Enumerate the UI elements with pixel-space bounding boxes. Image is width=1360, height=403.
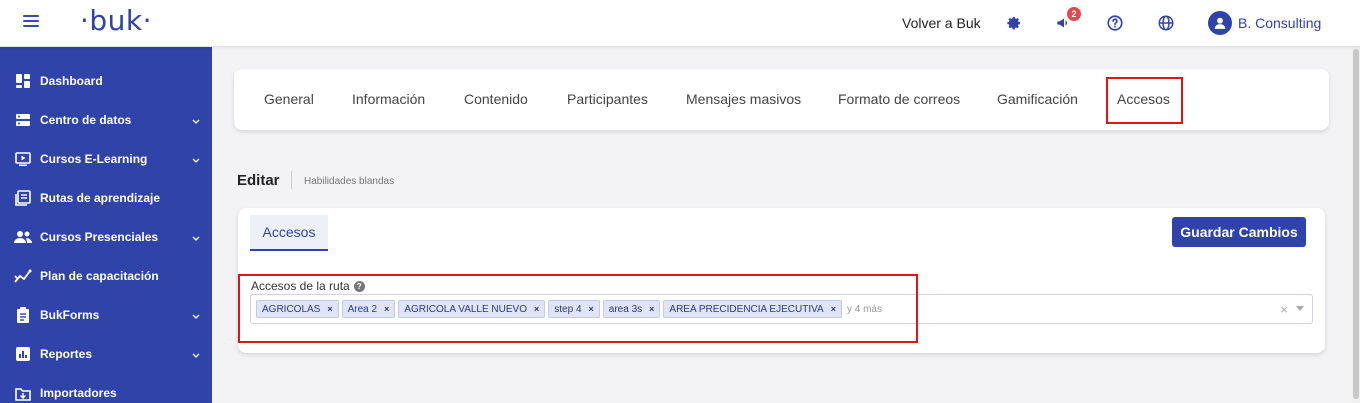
help-circle-icon[interactable] xyxy=(1104,12,1126,34)
bar-chart-icon xyxy=(14,345,32,363)
scrollbar[interactable] xyxy=(1352,47,1360,403)
sidebar-item-importadores[interactable]: Importadores xyxy=(0,373,212,403)
user-avatar-icon[interactable] xyxy=(1208,11,1232,35)
tab-informacion[interactable]: Información xyxy=(352,91,425,107)
buk-logo[interactable]: ·buk· xyxy=(80,4,152,37)
page-title: Editar xyxy=(237,172,280,189)
sidebar-item-cursos-e-learning[interactable]: Cursos E-Learning xyxy=(0,139,212,178)
users-icon xyxy=(14,228,32,246)
back-to-buk-link[interactable]: Volver a Buk xyxy=(902,15,981,31)
sidebar-item-label: Cursos Presenciales xyxy=(40,229,159,244)
tab-gamificacion[interactable]: Gamificación xyxy=(997,91,1078,107)
import-icon xyxy=(14,384,32,402)
sidebar-item-bukforms[interactable]: BukForms xyxy=(0,295,212,334)
tab-participantes[interactable]: Participantes xyxy=(567,91,648,107)
clipboard-icon xyxy=(14,306,32,324)
sidebar-item-label: Dashboard xyxy=(40,73,103,88)
sidebar-item-reportes[interactable]: Reportes xyxy=(0,334,212,373)
dashboard-icon xyxy=(14,72,32,90)
access-card: Accesos Guardar Cambios Accesos de la ru… xyxy=(238,208,1325,353)
sidebar-item-label: Cursos E-Learning xyxy=(40,151,148,166)
chevron-down-icon xyxy=(192,231,200,245)
user-name[interactable]: B. Consulting xyxy=(1238,15,1321,31)
globe-icon[interactable] xyxy=(1155,12,1177,34)
sidebar-item-centro-de-datos[interactable]: Centro de datos xyxy=(0,100,212,139)
clear-icon[interactable]: × xyxy=(1280,302,1288,317)
top-bar: ·buk· Volver a Buk 2 B. Consulting xyxy=(0,0,1360,47)
save-changes-button[interactable]: Guardar Cambios xyxy=(1172,217,1306,247)
notification-badge: 2 xyxy=(1067,7,1081,21)
tab-mensajes-masivos[interactable]: Mensajes masivos xyxy=(686,91,801,107)
chart-line-icon xyxy=(14,267,32,285)
tab-general[interactable]: General xyxy=(264,91,314,107)
server-icon xyxy=(14,111,32,129)
chevron-down-icon xyxy=(192,348,200,362)
sidebar-item-label: Reportes xyxy=(40,346,93,361)
access-field-highlight xyxy=(238,274,918,343)
course-tabs-bar: General Información Contenido Participan… xyxy=(234,69,1329,130)
sidebar-item-dashboard[interactable]: Dashboard xyxy=(0,61,212,100)
gear-icon[interactable] xyxy=(1002,12,1024,34)
chevron-down-icon xyxy=(192,114,200,128)
sidebar-item-rutas-de-aprendizaje[interactable]: Rutas de aprendizaje xyxy=(0,178,212,217)
title-divider xyxy=(291,171,292,189)
dropdown-arrow-icon[interactable] xyxy=(1296,306,1304,311)
sidebar-item-label: Centro de datos xyxy=(40,112,132,127)
sidebar-item-label: BukForms xyxy=(40,307,100,322)
inner-tab-accesos[interactable]: Accesos xyxy=(250,215,328,251)
sidebar-item-label: Plan de capacitación xyxy=(40,268,159,283)
sidebar: Dashboard Centro de datos Cursos E-Learn… xyxy=(0,47,212,403)
course-name: Habilidades blandas xyxy=(304,176,395,187)
sidebar-item-cursos-presenciales[interactable]: Cursos Presenciales xyxy=(0,217,212,256)
sidebar-item-plan-de-capacitacion[interactable]: Plan de capacitación xyxy=(0,256,212,295)
sidebar-item-label: Importadores xyxy=(40,385,117,400)
chevron-down-icon xyxy=(192,153,200,167)
sidebar-item-label: Rutas de aprendizaje xyxy=(40,190,161,205)
scrollbar-thumb[interactable] xyxy=(1353,49,1359,399)
monitor-play-icon xyxy=(14,150,32,168)
megaphone-icon[interactable]: 2 xyxy=(1053,7,1081,34)
tab-contenido[interactable]: Contenido xyxy=(464,91,528,107)
book-icon xyxy=(14,189,32,207)
menu-icon[interactable] xyxy=(23,15,39,29)
chevron-down-icon xyxy=(192,309,200,323)
accesos-tab-highlight xyxy=(1106,77,1183,124)
tab-formato-de-correos[interactable]: Formato de correos xyxy=(838,91,960,107)
